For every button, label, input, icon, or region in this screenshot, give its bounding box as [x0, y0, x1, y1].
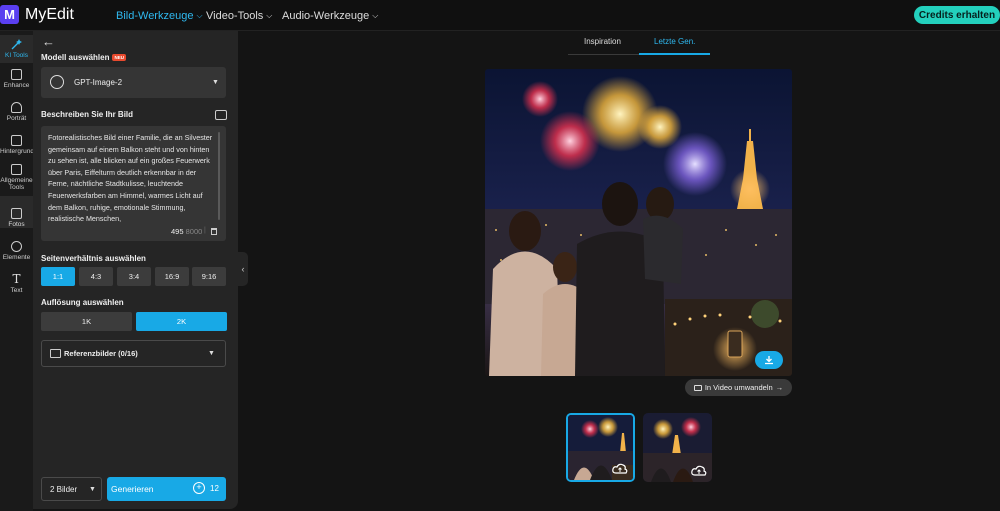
thumbnail-1[interactable]: [566, 413, 635, 482]
image-count-value: 2 Bilder: [50, 485, 78, 494]
top-bar: M MyEdit Bild-Werkzeuge ⌵ Video-Tools ⌵ Au…: [0, 0, 1000, 31]
resolution-2k-button[interactable]: 2K: [136, 312, 227, 331]
rail-label: Allgemeine Tools: [0, 177, 33, 191]
rail-item-elemente[interactable]: Elemente: [0, 241, 33, 261]
nav-video-tools[interactable]: Video-Tools ⌵: [206, 10, 272, 22]
model-value: GPT-Image-2: [74, 78, 123, 87]
reference-images-select[interactable]: Referenzbilder (0/16) ▼: [41, 340, 226, 367]
collapse-panel-handle[interactable]: ‹: [238, 252, 248, 286]
rail-item-ki-tools[interactable]: KI Tools: [0, 35, 33, 63]
resolution-label: Auflösung auswählen: [41, 298, 124, 307]
rail-label: Hintergrund: [0, 148, 34, 155]
background-icon: [11, 135, 22, 146]
new-badge: NEU: [112, 54, 126, 62]
prompt-textarea[interactable]: Fotorealistisches Bild einer Familie, di…: [41, 126, 226, 241]
nav-label: Audio-Werkzeuge: [282, 10, 370, 22]
prompt-scrollbar[interactable]: [218, 132, 220, 220]
elements-icon: [11, 241, 22, 252]
chevron-down-icon: ⌵: [372, 11, 379, 20]
rail-label: Elemente: [2, 254, 31, 261]
caret-down-icon: ▼: [212, 79, 219, 86]
reference-label: Referenzbilder (0/16): [64, 349, 138, 358]
arrow-right-icon: →: [775, 383, 784, 392]
portrait-icon: [11, 102, 22, 113]
char-count: 495: [171, 227, 184, 236]
trash-icon[interactable]: [211, 228, 217, 235]
tab-inspiration[interactable]: Inspiration: [584, 37, 621, 46]
tab-letzte-gen[interactable]: Letzte Gen.: [654, 37, 695, 46]
divider: |: [204, 227, 206, 234]
text-icon: T: [12, 272, 21, 286]
chevron-down-icon: ⌵: [196, 11, 203, 20]
openai-icon: [50, 75, 64, 89]
convert-to-video-button[interactable]: In Video umwandeln →: [685, 379, 792, 396]
model-label: Modell auswählen NEU: [41, 53, 126, 62]
rail-label: Fotos: [8, 221, 25, 228]
nav-audio-werkzeuge[interactable]: Audio-Werkzeuge ⌵: [282, 10, 378, 22]
ratio-label: Seitenverhältnis auswählen: [41, 254, 146, 263]
model-label-text: Modell auswählen: [41, 53, 110, 62]
resolution-1k-button[interactable]: 1K: [41, 312, 132, 331]
app-name: MyEdit: [25, 5, 74, 23]
generate-cost: 12: [210, 484, 219, 493]
chevron-down-icon: ⌵: [266, 11, 273, 20]
caret-down-icon: ▼: [208, 350, 215, 357]
rail-item-enhance[interactable]: Enhance: [0, 69, 33, 89]
cloud-upload-icon[interactable]: [691, 465, 707, 477]
generate-label: Generieren: [111, 484, 154, 494]
ratio-4-3-button[interactable]: 4:3: [79, 267, 113, 286]
tab-active-indicator: [639, 53, 710, 55]
ratio-9-16-button[interactable]: 9:16: [192, 267, 226, 286]
logo-mark: M: [0, 5, 19, 24]
credits-button[interactable]: Credits erhalten: [914, 6, 1000, 24]
download-button[interactable]: [755, 351, 783, 369]
char-max: 8000: [185, 227, 203, 236]
char-counter: 495 8000: [171, 227, 202, 236]
caret-down-icon: ▼: [89, 486, 96, 493]
app-logo[interactable]: M MyEdit: [0, 5, 74, 24]
thumbnail-2[interactable]: [643, 413, 712, 482]
describe-label: Beschreiben Sie Ihr Bild: [41, 110, 134, 119]
ratio-1-1-button[interactable]: 1:1: [41, 267, 75, 286]
ratio-3-4-button[interactable]: 3:4: [117, 267, 151, 286]
rail-item-hintergrund[interactable]: Hintergrund: [0, 135, 34, 155]
video-button-label: In Video umwandeln: [704, 383, 773, 392]
image-icon: [11, 69, 22, 80]
generate-button[interactable]: Generieren + 12: [107, 477, 226, 501]
download-icon: [765, 356, 773, 365]
tool-rail: KI Tools Enhance Porträt Hintergrund All…: [0, 31, 34, 511]
cloud-upload-icon[interactable]: [612, 463, 628, 475]
rail-item-portrait[interactable]: Porträt: [0, 102, 33, 122]
ratio-16-9-button[interactable]: 16:9: [155, 267, 189, 286]
video-icon: [693, 384, 702, 391]
rail-label: Enhance: [3, 82, 30, 89]
magic-wand-icon: [11, 39, 22, 50]
generated-image[interactable]: [485, 69, 792, 376]
rail-label: Porträt: [6, 115, 27, 122]
rail-label: Text: [10, 287, 23, 294]
ai-tools-panel: ← Modell auswählen NEU GPT-Image-2 ▼ Besc…: [33, 31, 238, 509]
rail-item-text[interactable]: T Text: [0, 273, 33, 294]
model-select[interactable]: GPT-Image-2 ▼: [41, 67, 226, 98]
prompt-text[interactable]: Fotorealistisches Bild einer Familie, di…: [48, 132, 214, 225]
rail-item-fotos[interactable]: Fotos: [0, 196, 33, 228]
rail-item-allgemeine-tools[interactable]: Allgemeine Tools: [0, 164, 33, 191]
back-arrow-icon[interactable]: ←: [42, 34, 55, 49]
fireworks-family-image: [485, 69, 792, 376]
credit-plus-icon: +: [193, 482, 205, 494]
tools-icon: [11, 164, 22, 175]
photo-icon: [11, 208, 22, 219]
nav-label: Bild-Werkzeuge: [116, 10, 194, 22]
image-count-select[interactable]: 2 Bilder ▼: [41, 477, 102, 501]
nav-bild-werkzeuge[interactable]: Bild-Werkzeuge ⌵: [116, 10, 203, 22]
gallery-icon: [50, 349, 61, 358]
image-upload-icon[interactable]: [215, 110, 227, 120]
nav-label: Video-Tools: [206, 10, 264, 22]
rail-label: KI Tools: [4, 52, 28, 59]
